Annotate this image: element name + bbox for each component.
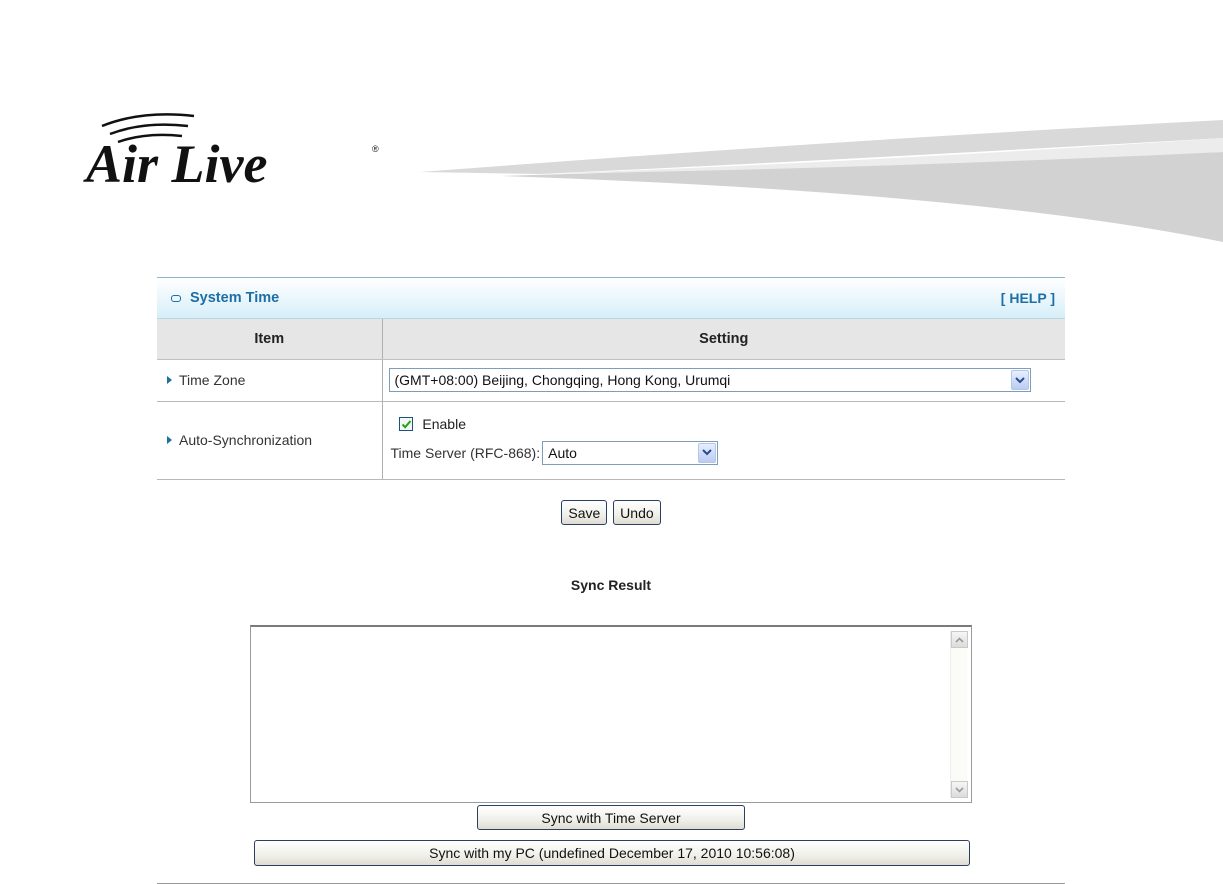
- panel-title-text: System Time: [190, 290, 280, 306]
- scrollbar[interactable]: [950, 631, 968, 798]
- time-server-select[interactable]: Auto: [542, 440, 719, 465]
- sync-result-text: [251, 627, 971, 635]
- save-button[interactable]: Save: [561, 500, 608, 525]
- undo-button[interactable]: Undo: [613, 500, 661, 525]
- panel-bullet-icon: [171, 294, 181, 302]
- auto-sync-label: Auto-Synchronization: [179, 432, 313, 448]
- chevron-down-icon[interactable]: [1010, 370, 1029, 390]
- settings-table: Item Setting Time Zone (GMT+08:00) Beiji…: [157, 319, 1065, 480]
- enable-label: Enable: [422, 415, 466, 432]
- column-header-setting: Setting: [382, 319, 1065, 360]
- arrow-right-icon: [167, 436, 172, 444]
- auto-sync-label-cell: Auto-Synchronization: [157, 401, 383, 480]
- form-buttons: Save Undo: [157, 500, 1065, 525]
- table-row-time-zone: Time Zone (GMT+08:00) Beijing, Chongqing…: [157, 359, 1065, 402]
- system-time-panel: System Time [ HELP ] Item Setting Time Z…: [157, 277, 1065, 593]
- panel-header: System Time [ HELP ]: [157, 277, 1065, 319]
- time-server-selected-value: Auto: [548, 444, 577, 461]
- sync-result-heading: Sync Result: [570, 577, 652, 593]
- enable-row: Enable: [398, 415, 1065, 432]
- sync-result-textarea[interactable]: [250, 625, 972, 803]
- sync-with-my-pc-button[interactable]: Sync with my PC (undefined December 17, …: [254, 840, 970, 866]
- column-header-item: Item: [157, 319, 383, 360]
- svg-text:®: ®: [372, 144, 379, 154]
- time-zone-label: Time Zone: [179, 372, 246, 388]
- auto-sync-setting-cell: Enable Time Server (RFC-868): Auto: [382, 401, 1065, 480]
- table-row-auto-sync: Auto-Synchronization Enable Time Server …: [157, 401, 1065, 480]
- time-server-row: Time Server (RFC-868): Auto: [390, 440, 1065, 465]
- arrow-right-icon: [167, 376, 172, 384]
- svg-text:Air Live: Air Live: [83, 134, 267, 188]
- time-zone-selected-value: (GMT+08:00) Beijing, Chongqing, Hong Kon…: [394, 372, 731, 388]
- time-server-label: Time Server (RFC-868):: [390, 444, 541, 461]
- time-zone-setting-cell: (GMT+08:00) Beijing, Chongqing, Hong Kon…: [382, 359, 1065, 402]
- scroll-up-icon[interactable]: [951, 631, 968, 648]
- airlive-logo: Air Live ®: [82, 108, 402, 194]
- time-zone-select[interactable]: (GMT+08:00) Beijing, Chongqing, Hong Kon…: [388, 368, 1031, 392]
- header-swoosh-graphic: [420, 112, 1223, 242]
- enable-checkbox[interactable]: [398, 416, 413, 431]
- sync-with-time-server-button[interactable]: Sync with Time Server: [477, 805, 745, 830]
- time-zone-label-cell: Time Zone: [157, 359, 383, 402]
- help-link[interactable]: [ HELP ]: [1001, 290, 1055, 306]
- scroll-down-icon[interactable]: [951, 781, 968, 798]
- chevron-down-icon[interactable]: [698, 442, 717, 463]
- panel-title: System Time: [171, 290, 279, 306]
